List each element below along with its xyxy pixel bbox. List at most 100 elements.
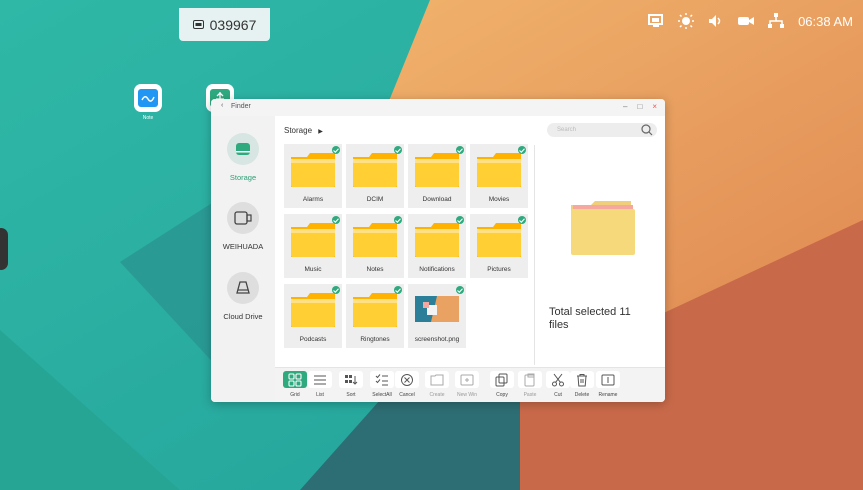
folder-item[interactable]: Movies bbox=[470, 144, 528, 208]
sort-button[interactable]: Sort bbox=[338, 371, 364, 398]
meeting-code-bar[interactable]: 039967 bbox=[179, 8, 270, 41]
toolbar-label: New Win bbox=[456, 392, 477, 398]
cancel-button[interactable]: Cancel bbox=[394, 371, 420, 398]
folder-item[interactable]: Notes bbox=[346, 214, 404, 278]
sidebar: Storage WEIHUADA Cloud Drive bbox=[211, 116, 275, 402]
window-title: Finder bbox=[231, 103, 251, 110]
grid-icon bbox=[288, 372, 302, 387]
minimize-button[interactable]: – bbox=[623, 102, 627, 111]
status-bar: 06:38 AM bbox=[648, 13, 853, 29]
maximize-button[interactable]: □ bbox=[637, 102, 642, 111]
sidebar-item-weihuada[interactable]: WEIHUADA bbox=[211, 202, 275, 251]
selected-check-icon[interactable] bbox=[456, 146, 464, 154]
rename-button[interactable]: Rename bbox=[595, 371, 621, 398]
sort-icon bbox=[345, 374, 358, 385]
note-app-icon bbox=[138, 89, 158, 107]
panel-divider bbox=[534, 145, 535, 365]
folder-item[interactable]: Notifications bbox=[408, 214, 466, 278]
selected-check-icon[interactable] bbox=[456, 216, 464, 224]
cut-button[interactable]: Cut bbox=[545, 371, 571, 398]
selected-check-icon[interactable] bbox=[394, 146, 402, 154]
selected-check-icon[interactable] bbox=[332, 146, 340, 154]
new-folder-icon bbox=[430, 374, 444, 385]
list-icon bbox=[314, 375, 326, 384]
desktop-icon-note[interactable]: Note bbox=[133, 84, 163, 121]
selected-check-icon[interactable] bbox=[456, 286, 464, 294]
new-win-button[interactable]: New Win bbox=[454, 371, 480, 398]
folder-item[interactable]: Alarms bbox=[284, 144, 342, 208]
toolbar-label: Cut bbox=[554, 392, 562, 398]
file-name: Download bbox=[422, 196, 452, 203]
back-icon[interactable]: ‹ bbox=[221, 102, 223, 109]
sidebar-item-cloud-drive[interactable]: Cloud Drive bbox=[211, 272, 275, 321]
volume-icon[interactable] bbox=[708, 14, 724, 28]
folder-item[interactable]: DCIM bbox=[346, 144, 404, 208]
create-button[interactable]: Create bbox=[424, 371, 450, 398]
file-name: Notes bbox=[366, 266, 384, 273]
toolbar-label: Delete bbox=[574, 392, 590, 398]
title-bar: ‹ Finder – □ × bbox=[211, 99, 665, 116]
cancel-icon bbox=[401, 373, 413, 386]
list-button[interactable]: List bbox=[307, 371, 333, 398]
usb-drive-icon bbox=[234, 211, 252, 225]
file-grid: Alarms DCIM Download Movies Music Notes Notifi… bbox=[284, 144, 532, 349]
toolbar-label: Copy bbox=[496, 392, 508, 398]
file-name: screenshot.png bbox=[414, 336, 460, 343]
preview-folder-icon bbox=[571, 201, 635, 255]
paste-button[interactable]: Paste bbox=[517, 371, 543, 398]
edge-drawer-handle[interactable] bbox=[0, 228, 8, 270]
screen-cast-icon[interactable] bbox=[648, 14, 664, 28]
selected-check-icon[interactable] bbox=[518, 146, 526, 154]
screen-share-icon bbox=[192, 20, 204, 29]
folder-item[interactable]: Pictures bbox=[470, 214, 528, 278]
toolbar-label: SelectAll bbox=[372, 392, 392, 398]
folder-item[interactable]: Ringtones bbox=[346, 284, 404, 348]
search-icon[interactable] bbox=[641, 124, 653, 136]
selected-check-icon[interactable] bbox=[394, 286, 402, 294]
selected-check-icon[interactable] bbox=[518, 216, 526, 224]
clock: 06:38 AM bbox=[798, 13, 853, 29]
desktop: 039967 06:38 AM Note ‹ Finder – □ × Stor… bbox=[0, 0, 863, 490]
finder-window: ‹ Finder – □ × Storage WEIHUADA Cloud Dr… bbox=[211, 99, 665, 402]
storage-icon bbox=[236, 143, 250, 155]
copy-icon bbox=[495, 373, 508, 386]
sidebar-item-storage[interactable]: Storage bbox=[211, 133, 275, 182]
toolbar-label: Cancel bbox=[399, 392, 415, 398]
close-button[interactable]: × bbox=[652, 102, 657, 111]
folder-item[interactable]: Music bbox=[284, 214, 342, 278]
file-name: Ringtones bbox=[360, 336, 390, 343]
network-icon[interactable] bbox=[768, 13, 785, 29]
select-all-icon bbox=[375, 373, 388, 385]
breadcrumb-arrow-icon: ▶ bbox=[318, 129, 323, 135]
toolbar-label: Paste bbox=[523, 392, 537, 398]
selection-summary: Total selected 11 files bbox=[549, 306, 631, 331]
new-window-icon bbox=[460, 374, 474, 385]
folder-item[interactable]: Download bbox=[408, 144, 466, 208]
breadcrumb[interactable]: Storage ▶ bbox=[284, 126, 323, 135]
file-item[interactable]: screenshot.png bbox=[408, 284, 466, 348]
paste-icon bbox=[524, 373, 535, 386]
image-thumbnail bbox=[415, 296, 459, 322]
toolbar-label: List bbox=[316, 392, 324, 398]
copy-button[interactable]: Copy bbox=[489, 371, 515, 398]
brightness-icon[interactable] bbox=[678, 13, 695, 29]
file-name: Podcasts bbox=[299, 336, 327, 343]
file-name: Pictures bbox=[487, 266, 511, 273]
delete-button[interactable]: Delete bbox=[569, 371, 595, 398]
selected-check-icon[interactable] bbox=[332, 216, 340, 224]
toolbar-label: Create bbox=[429, 392, 445, 398]
search-input[interactable]: Search bbox=[547, 123, 657, 137]
file-name: DCIM bbox=[366, 196, 384, 203]
folder-item[interactable]: Podcasts bbox=[284, 284, 342, 348]
cloud-drive-icon bbox=[236, 281, 250, 294]
selected-check-icon[interactable] bbox=[394, 216, 402, 224]
toolbar-label: Sort bbox=[346, 392, 356, 398]
file-name: Alarms bbox=[302, 196, 324, 203]
camera-icon[interactable] bbox=[738, 15, 755, 27]
grid-button[interactable]: Grid bbox=[282, 371, 308, 398]
selected-check-icon[interactable] bbox=[332, 286, 340, 294]
file-name: Music bbox=[304, 266, 322, 273]
meeting-code: 039967 bbox=[209, 16, 257, 33]
selectall-button[interactable]: SelectAll bbox=[369, 371, 395, 398]
delete-icon bbox=[577, 373, 587, 386]
